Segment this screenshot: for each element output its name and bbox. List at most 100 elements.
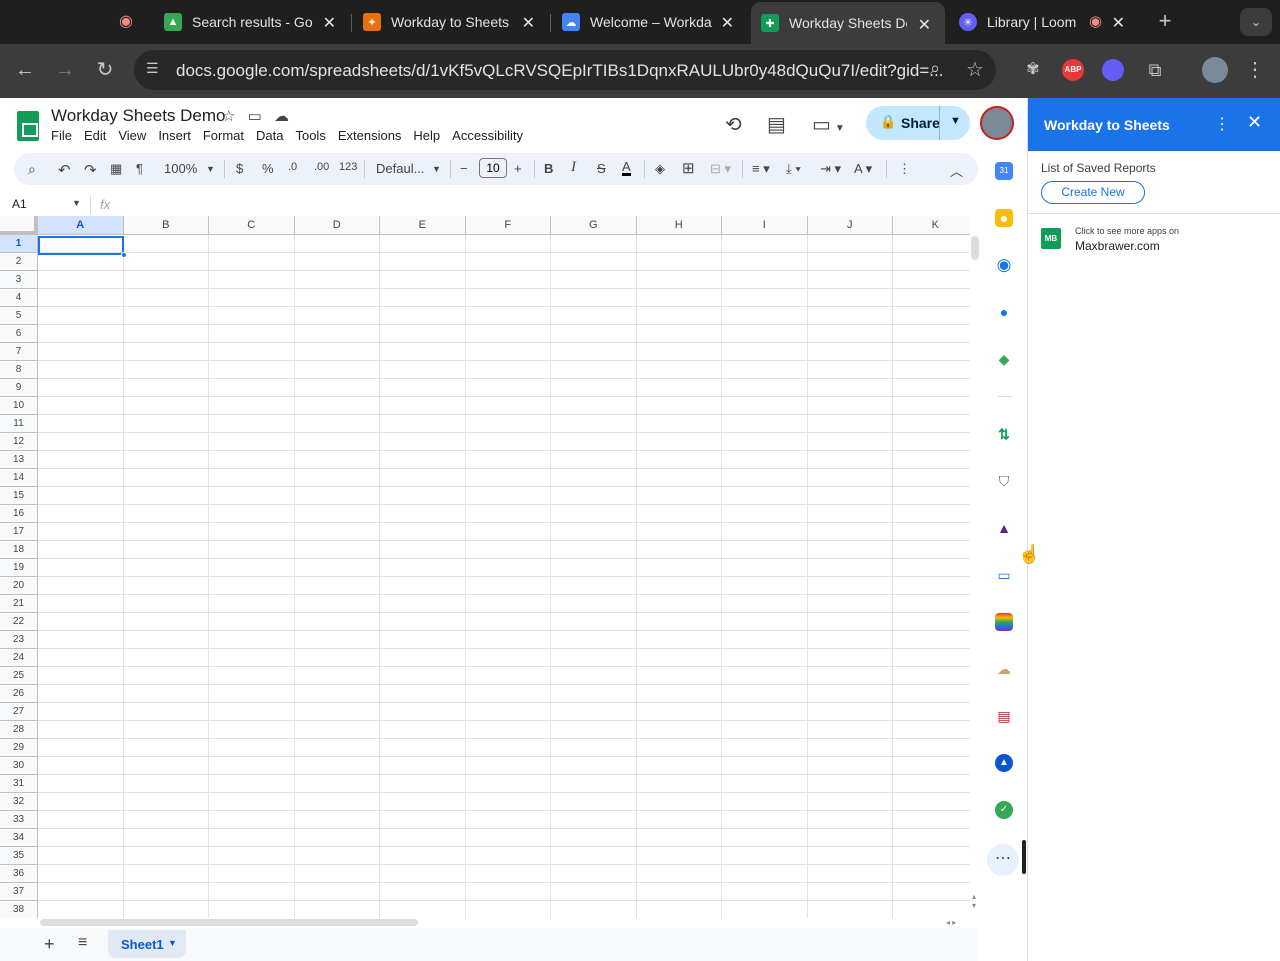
row-header-19[interactable]: 19 [0,559,38,577]
search-icon[interactable]: ⌕ [28,161,36,178]
column-header-j[interactable]: J [807,216,893,235]
address-bar[interactable]: ☰ docs.google.com/spreadsheets/d/1vKf5vQ… [134,50,996,90]
row-header-29[interactable]: 29 [0,739,38,757]
tasks-icon[interactable]: ◉ [995,256,1013,274]
browser-tab-2[interactable]: ✦ Workday to Sheets ✕ [363,0,549,44]
extensions-puzzle-icon[interactable]: ⧉ [1142,57,1168,83]
row-header-20[interactable]: 20 [0,577,38,595]
close-tab-icon[interactable]: ✕ [522,13,535,33]
row-header-38[interactable]: 38 [0,901,38,918]
menu-format[interactable]: Format [203,128,244,143]
increase-decimal-button[interactable]: .00 [314,161,329,173]
menu-view[interactable]: View [118,128,146,143]
zoom-icon[interactable]: ⌕ [930,58,940,79]
close-tab-icon[interactable]: ✕ [1112,13,1125,33]
site-info-icon[interactable]: ☰ [146,60,164,78]
row-header-28[interactable]: 28 [0,721,38,739]
row-header-2[interactable]: 2 [0,253,38,271]
redo-icon[interactable]: ↷ [84,161,97,179]
row-header-15[interactable]: 15 [0,487,38,505]
row-header-35[interactable]: 35 [0,847,38,865]
vertical-align-icon[interactable]: ⤓ ▾ [786,161,801,177]
row-header-33[interactable]: 33 [0,811,38,829]
back-button[interactable]: ← [12,57,38,83]
menu-file[interactable]: File [51,128,72,143]
row-header-9[interactable]: 9 [0,379,38,397]
column-header-f[interactable]: F [465,216,551,235]
column-header-d[interactable]: D [294,216,380,235]
borders-icon[interactable]: ⊞ [682,159,695,177]
browser-tab-5[interactable]: ✳ Library | Loom ◉ ✕ [959,0,1139,44]
italic-button[interactable]: I [571,159,576,176]
star-icon[interactable]: ☆ [222,108,235,125]
chart-addon-icon[interactable]: ▤ [995,707,1013,725]
select-all-corner[interactable] [0,216,38,235]
row-header-4[interactable]: 4 [0,289,38,307]
row-header-30[interactable]: 30 [0,757,38,775]
browser-menu-icon[interactable]: ⋮ [1242,57,1268,83]
version-history-icon[interactable]: ⟲ [725,112,742,137]
strikethrough-button[interactable]: S [597,161,606,176]
wizard-hat-icon[interactable]: ▲ [995,519,1013,537]
menu-accessibility[interactable]: Accessibility [452,128,523,143]
browser-tab-1[interactable]: ▲ Search results - Go ✕ [164,0,350,44]
row-header-17[interactable]: 17 [0,523,38,541]
profile-avatar[interactable] [1202,57,1228,83]
zoom-dropdown-icon[interactable]: ▼ [206,164,215,174]
row-header-18[interactable]: 18 [0,541,38,559]
column-header-h[interactable]: H [636,216,722,235]
menu-insert[interactable]: Insert [158,128,191,143]
paint-format-icon[interactable]: ¶ [136,161,143,176]
row-header-25[interactable]: 25 [0,667,38,685]
sheet-tab-sheet1[interactable]: Sheet1 ▼ [108,930,186,958]
browser-tab-4-active[interactable]: ✚ Workday Sheets De ✕ [751,2,945,44]
spreadsheet-grid[interactable]: A B C D E F G H I J K 1 2 3 4 5 6 7 8 9 10 11 12 13 14 15 16 17 18 19… [0,216,970,918]
row-header-22[interactable]: 22 [0,613,38,631]
keep-icon[interactable]: ● [995,209,1013,227]
more-addons-button[interactable]: ⋯ [987,844,1019,876]
share-button[interactable]: 🔒 Share ▼ [866,106,970,140]
drive-addon-icon[interactable]: ▲ [995,754,1013,772]
calendar-icon[interactable]: 31 [995,162,1013,180]
font-size-decrease-button[interactable]: − [460,161,468,176]
extension-icon[interactable] [1102,59,1124,81]
move-folder-icon[interactable]: ▭ [248,108,262,125]
decrease-decimal-button[interactable]: .0 [288,161,297,173]
row-header-34[interactable]: 34 [0,829,38,847]
row-header-37[interactable]: 37 [0,883,38,901]
tab-search-button[interactable]: ⌄ [1240,8,1272,36]
text-rotation-icon[interactable]: A ▾ [854,161,872,177]
create-new-button[interactable]: Create New [1041,181,1145,204]
maxbrawer-logo[interactable]: MB [1041,228,1061,249]
text-wrap-icon[interactable]: ⇥ ▾ [820,161,841,177]
row-header-32[interactable]: 32 [0,793,38,811]
rainbow-icon[interactable] [995,613,1013,631]
row-header-36[interactable]: 36 [0,865,38,883]
row-header-12[interactable]: 12 [0,433,38,451]
column-header-k[interactable]: K [893,216,970,235]
horizontal-scrollbar[interactable] [40,919,418,926]
menu-edit[interactable]: Edit [84,128,106,143]
menu-data[interactable]: Data [256,128,283,143]
bold-button[interactable]: B [544,161,553,176]
column-header-c[interactable]: C [209,216,295,235]
name-box[interactable]: A1 [12,197,27,211]
panel-menu-icon[interactable]: ⋮ [1214,114,1230,134]
row-header-31[interactable]: 31 [0,775,38,793]
row-header-16[interactable]: 16 [0,505,38,523]
add-sheet-button[interactable]: + [44,934,55,955]
row-header-1[interactable]: 1 [0,235,38,253]
menu-help[interactable]: Help [413,128,440,143]
horizontal-align-icon[interactable]: ≡ ▾ [752,161,770,177]
fill-color-icon[interactable]: ◈ [655,161,665,177]
collapse-toolbar-icon[interactable]: ︿ [950,161,963,180]
row-header-24[interactable]: 24 [0,649,38,667]
browser-tab-3[interactable]: ☁ Welcome – Workday ✕ [562,0,748,44]
bookmark-star-icon[interactable]: ☆ [966,57,984,82]
sort-arrows-icon[interactable]: ⇅ [995,425,1013,443]
reload-button[interactable]: ↻ [92,57,118,83]
row-header-27[interactable]: 27 [0,703,38,721]
print-icon[interactable]: ▦ [110,161,122,177]
menu-extensions[interactable]: Extensions [338,128,402,143]
text-color-button[interactable]: A [622,160,631,176]
